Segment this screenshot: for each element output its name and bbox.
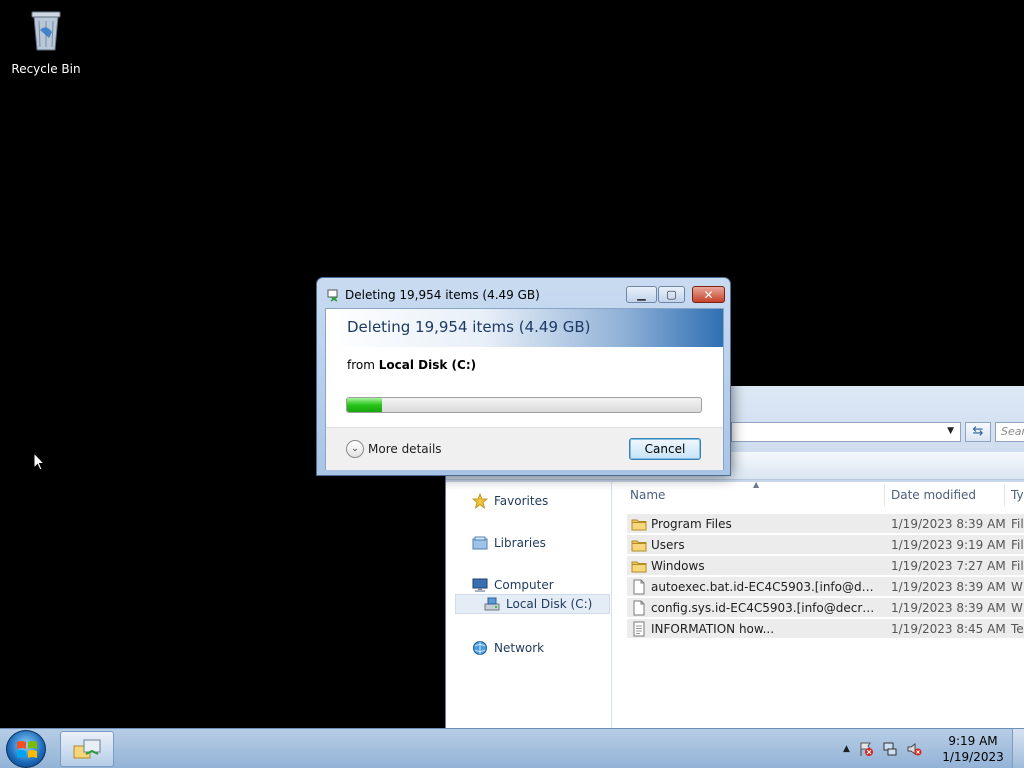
file-row[interactable]: Windows 1/19/2023 7:27 AM Fil <box>627 556 1024 576</box>
dialog-body: Deleting 19,954 items (4.49 GB) from Loc… <box>325 308 724 470</box>
file-name: Windows <box>651 559 705 573</box>
taskbar: ▲ 9:19 AM 1/19/2023 <box>0 728 1024 768</box>
chevron-down-icon[interactable]: ▼ <box>947 426 954 436</box>
show-hidden-icons-icon[interactable]: ▲ <box>843 744 850 754</box>
delete-progress-bar <box>346 397 702 413</box>
file-type: W <box>1011 580 1023 594</box>
file-icon <box>633 579 645 595</box>
action-center-flag-icon[interactable] <box>858 741 874 757</box>
system-tray: ▲ <box>843 739 922 759</box>
file-date-modified: 1/19/2023 9:19 AM <box>891 538 1006 552</box>
nav-label-favorites: Favorites <box>494 494 549 508</box>
mouse-cursor-icon <box>33 452 46 471</box>
folder-icon <box>631 540 647 552</box>
minimize-icon: ▁ <box>637 288 646 301</box>
file-type: Te <box>1011 622 1024 636</box>
more-details-toggle[interactable]: ⌄ More details <box>346 440 442 458</box>
file-list: Name ▲ Date modified Ty Program Files 1/1… <box>613 480 1024 728</box>
file-date-modified: 1/19/2023 8:39 AM <box>891 517 1006 531</box>
maximize-icon: ▢ <box>666 288 677 301</box>
nav-label-libraries: Libraries <box>494 536 546 550</box>
network-status-icon[interactable] <box>882 741 898 757</box>
file-date-modified: 1/19/2023 8:39 AM <box>891 601 1006 615</box>
nav-label-network: Network <box>494 641 545 655</box>
nav-item-computer[interactable]: Computer <box>472 576 554 594</box>
file-name: Users <box>651 538 685 552</box>
file-name: config.sys.id-EC4C5903.[info@decrypt.w..… <box>651 601 879 615</box>
file-copy-icon <box>73 739 101 759</box>
file-date-modified: 1/19/2023 7:27 AM <box>891 559 1006 573</box>
recycle-bin-label: Recycle Bin <box>11 62 81 76</box>
from-prefix: from <box>347 358 375 372</box>
file-row[interactable]: Program Files 1/19/2023 8:39 AM Fil <box>627 514 1024 534</box>
delete-source: from Local Disk (C:) <box>347 358 476 372</box>
volume-muted-icon[interactable] <box>906 741 922 757</box>
taskbar-explorer-button[interactable] <box>60 731 114 767</box>
nav-item-libraries[interactable]: Libraries <box>472 534 546 552</box>
cancel-button[interactable]: Cancel <box>629 438 701 460</box>
address-bar-group: ▼ ⇆ Sear <box>731 422 1024 442</box>
star-icon <box>472 493 488 509</box>
sort-arrow-icon: ▲ <box>753 480 760 489</box>
clock-date: 1/19/2023 <box>942 750 1004 764</box>
column-header-row: Name ▲ Date modified Ty <box>613 480 1024 508</box>
file-row[interactable]: Users 1/19/2023 9:19 AM Fil <box>627 535 1024 555</box>
minimize-button[interactable]: ▁ <box>626 286 657 303</box>
libraries-icon <box>472 536 488 550</box>
file-type: W <box>1011 601 1023 615</box>
delete-progress-dialog[interactable]: Deleting 19,954 items (4.49 GB) ▁ ▢ ✕ De… <box>316 277 731 476</box>
close-icon: ✕ <box>703 287 714 302</box>
nav-item-local-disk[interactable]: Local Disk (C:) <box>484 595 592 613</box>
nav-item-network[interactable]: Network <box>472 639 544 657</box>
network-icon <box>473 641 487 655</box>
delete-files-icon <box>327 289 338 302</box>
dialog-banner: Deleting 19,954 items (4.49 GB) <box>326 309 723 347</box>
file-date-modified: 1/19/2023 8:39 AM <box>891 580 1006 594</box>
clock-time: 9:19 AM <box>948 734 998 748</box>
file-type: Fil <box>1011 538 1024 552</box>
nav-label-computer: Computer <box>494 578 554 592</box>
file-name: Program Files <box>651 517 732 531</box>
dialog-title: Deleting 19,954 items (4.49 GB) <box>345 288 540 302</box>
file-row[interactable]: autoexec.bat.id-EC4C5903.[info@decrypt..… <box>627 577 1024 597</box>
folder-icon <box>631 561 647 573</box>
nav-label-local-disk: Local Disk (C:) <box>506 597 593 611</box>
system-clock[interactable]: 9:19 AM 1/19/2023 <box>940 733 1006 765</box>
progress-fill <box>347 398 383 412</box>
maximize-button[interactable]: ▢ <box>658 286 685 303</box>
text-file-icon <box>633 621 645 637</box>
column-date-modified[interactable]: Date modified <box>891 488 976 502</box>
start-button[interactable] <box>6 730 46 768</box>
show-desktop-button[interactable] <box>1012 729 1024 768</box>
search-input[interactable]: Sear <box>995 422 1024 442</box>
file-icon <box>633 600 645 616</box>
close-button[interactable]: ✕ <box>692 286 725 303</box>
more-details-label: More details <box>368 442 442 456</box>
column-separator[interactable] <box>884 484 885 506</box>
folder-icon <box>631 519 647 531</box>
computer-icon <box>472 578 488 592</box>
file-date-modified: 1/19/2023 8:45 AM <box>891 622 1006 636</box>
column-separator[interactable] <box>1004 484 1005 506</box>
chevron-down-icon: ⌄ <box>346 440 364 458</box>
file-type: Fil <box>1011 559 1024 573</box>
dialog-heading: Deleting 19,954 items (4.49 GB) <box>347 318 591 336</box>
file-name: INFORMATION how... <box>651 622 775 636</box>
windows-logo-icon <box>17 741 37 758</box>
file-name: autoexec.bat.id-EC4C5903.[info@decrypt..… <box>651 580 879 594</box>
dialog-footer: ⌄ More details Cancel <box>326 427 723 470</box>
column-type[interactable]: Ty <box>1011 488 1024 502</box>
file-row[interactable]: config.sys.id-EC4C5903.[info@decrypt.w..… <box>627 598 1024 618</box>
navigation-pane: Favorites Libraries Computer Local Disk … <box>446 482 612 728</box>
recycle-bin-icon <box>31 11 61 51</box>
nav-item-favorites[interactable]: Favorites <box>472 492 548 510</box>
recycle-bin-shortcut[interactable]: Recycle Bin <box>10 6 82 76</box>
from-location: Local Disk (C:) <box>378 358 477 372</box>
address-bar[interactable]: ▼ <box>731 422 961 442</box>
column-name[interactable]: Name <box>630 488 665 502</box>
refresh-icon[interactable]: ⇆ <box>965 422 991 442</box>
drive-icon <box>484 597 500 611</box>
file-row[interactable]: INFORMATION how... 1/19/2023 8:45 AM Te <box>627 619 1024 639</box>
file-type: Fil <box>1011 517 1024 531</box>
